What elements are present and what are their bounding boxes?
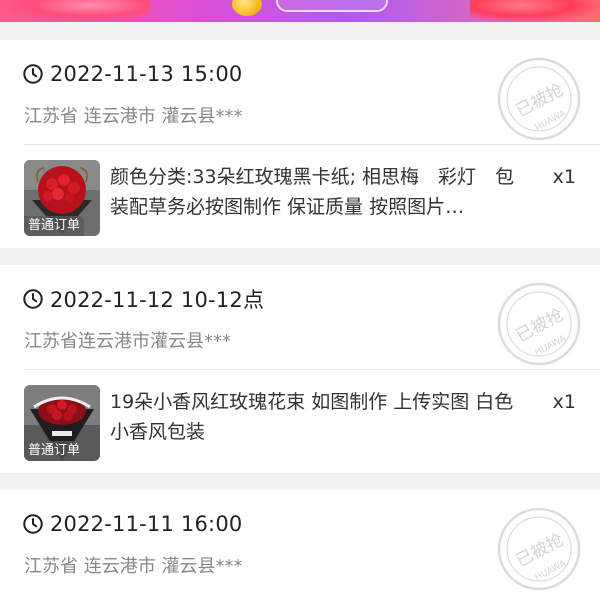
grabbed-stamp-icon: 已被抢 HUAWA — [497, 57, 581, 141]
banner-decoration-left — [0, 0, 150, 22]
order-time: 2022-11-11 16:00 — [50, 512, 243, 536]
order-time-row: 2022-11-12 10-12点 — [22, 285, 264, 313]
grabbed-stamp-icon: 已被抢 HUAWA — [497, 507, 581, 591]
product-quantity: x1 — [552, 391, 576, 413]
order-address: 江苏省 连云港市 灌云县*** — [24, 106, 243, 127]
order-address: 江苏省 连云港市 灌云县*** — [24, 556, 243, 577]
product-thumbnail[interactable]: 普通订单 — [24, 160, 100, 236]
order-time-row: 2022-11-11 16:00 — [22, 510, 242, 538]
order-time-row: 2022-11-13 15:00 — [22, 60, 242, 88]
product-quantity: x1 — [552, 166, 576, 188]
banner-button[interactable] — [276, 0, 388, 12]
clock-icon — [23, 289, 43, 309]
promo-banner[interactable] — [0, 0, 600, 22]
order-type-tag: 普通订单 — [24, 441, 85, 461]
product-title: 颜色分类:33朵红玫瑰黑卡纸; 相思梅 彩灯 包装配草务必按图制作 保证质量 按… — [110, 166, 515, 218]
order-card[interactable]: 2022-11-12 10-12点 江苏省连云港市灌云县*** 已被抢 HUAW… — [0, 265, 600, 473]
order-type-tag: 普通订单 — [24, 216, 85, 236]
order-address: 江苏省连云港市灌云县*** — [24, 331, 231, 352]
divider — [24, 144, 600, 145]
order-card[interactable]: 2022-11-13 15:00 江苏省 连云港市 灌云县*** 已被抢 HUA… — [0, 40, 600, 248]
clock-icon — [23, 64, 43, 84]
product-thumbnail[interactable]: 普通订单 — [24, 385, 100, 461]
order-time: 2022-11-13 15:00 — [50, 62, 243, 86]
order-time: 2022-11-12 10-12点 — [50, 288, 265, 312]
grabbed-stamp-icon: 已被抢 HUAWA — [497, 282, 581, 366]
order-card[interactable]: 2022-11-11 16:00 江苏省 连云港市 灌云县*** 已被抢 HUA… — [0, 490, 600, 610]
coin-icon — [232, 0, 262, 16]
divider — [24, 369, 600, 370]
product-title: 19朵小香风红玫瑰花束 如图制作 上传实图 白色小香风包装 — [110, 391, 514, 443]
banner-decoration-right — [470, 0, 600, 22]
clock-icon — [23, 514, 43, 534]
